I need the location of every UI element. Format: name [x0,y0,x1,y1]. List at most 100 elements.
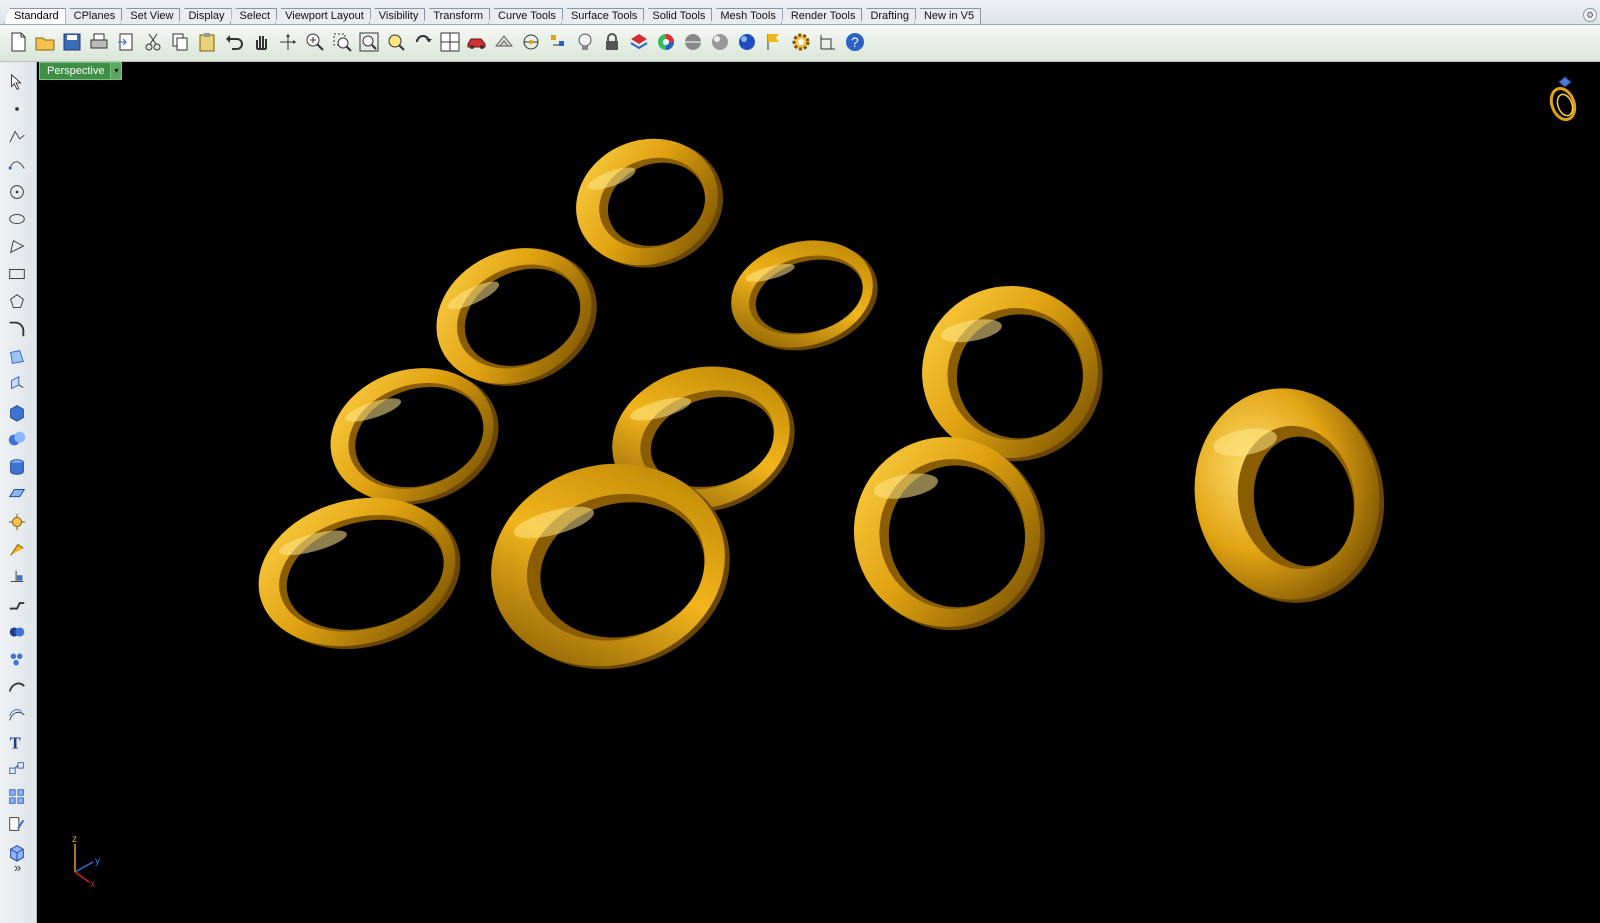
ring-models-scene[interactable] [37,62,1600,923]
ring-logo-icon [1549,76,1577,121]
x-axis-line [74,871,90,883]
tab-solid-tools[interactable]: Solid Tools [642,8,713,24]
zoom-window-icon[interactable] [330,28,354,56]
plane-icon[interactable] [6,481,28,509]
tab-cplanes[interactable]: CPlanes [63,8,123,24]
mesh-settings-icon[interactable] [492,28,516,56]
gold-ring-3[interactable] [719,224,890,367]
tab-curve-tools[interactable]: Curve Tools [488,8,563,24]
gold-ring-1[interactable] [558,118,741,289]
group-icon[interactable] [6,756,28,784]
copy-icon[interactable] [168,28,192,56]
color-wheel-icon[interactable] [654,28,678,56]
snap-icon[interactable] [6,536,28,564]
tab-options-gear-icon[interactable]: ⚙ [1583,8,1597,22]
join-icon[interactable] [6,591,28,619]
tab-display[interactable]: Display [178,8,232,24]
flag-tool-icon[interactable] [762,28,786,56]
viewport-title-tab[interactable]: Perspective ▾ [39,62,123,80]
tab-list: Standard CPlanes Set View Display Select View… [4,8,982,24]
text-icon[interactable]: T [6,728,28,756]
blue-sphere-icon[interactable] [735,28,759,56]
x-axis-label: x [90,879,95,889]
viewport-title[interactable]: Perspective [40,63,110,79]
solid-box-icon[interactable] [6,398,28,426]
svg-text:?: ? [851,34,859,50]
polygon-icon[interactable] [6,233,28,261]
ellipse-icon[interactable] [6,206,28,234]
move-axes-icon[interactable] [276,28,300,56]
y-axis-label: y [95,856,100,867]
car-render-icon[interactable] [465,28,489,56]
gold-ring-10[interactable] [1178,373,1401,618]
tab-surface-tools[interactable]: Surface Tools [560,8,645,24]
import-icon[interactable] [114,28,138,56]
perspective-viewport[interactable]: Perspective ▾ z y x [37,62,1600,923]
boolean-union-icon[interactable] [6,618,28,646]
offset-curve-icon[interactable] [6,701,28,729]
standard-toolbar: ? [0,25,1600,62]
tab-select[interactable]: Select [229,8,278,24]
array-icon[interactable] [6,783,28,811]
cut-icon[interactable] [141,28,165,56]
extrude-icon[interactable] [6,371,28,399]
polyline-icon[interactable] [6,123,28,151]
cylinder-icon[interactable] [6,453,28,481]
explode-icon[interactable] [6,508,28,536]
save-icon[interactable] [60,28,84,56]
sidebar-icons: T [6,68,28,866]
transform-icon[interactable] [6,563,28,591]
solid-boolean-icon[interactable] [6,426,28,454]
tab-set-view[interactable]: Set View [120,8,181,24]
viewport-menu-arrow-icon[interactable]: ▾ [110,63,122,79]
rectangle-icon[interactable] [6,261,28,289]
curve-point-icon[interactable] [6,151,28,179]
new-file-icon[interactable] [6,28,30,56]
open-folder-icon[interactable] [33,28,57,56]
world-axes-icon: z y x [72,834,100,889]
properties-icon[interactable] [6,811,28,839]
pan-hand-icon[interactable] [249,28,273,56]
sidebar-more-button[interactable]: » [14,860,21,875]
zoom-extents-icon[interactable] [357,28,381,56]
paste-icon[interactable] [195,28,219,56]
toolbar-tab-strip: Standard CPlanes Set View Display Select View… [0,0,1600,25]
dimension-icon[interactable] [816,28,840,56]
print-icon[interactable] [87,28,111,56]
shade-sphere-icon[interactable] [681,28,705,56]
circle-icon[interactable] [6,178,28,206]
tab-render-tools[interactable]: Render Tools [780,8,863,24]
render-sphere-icon[interactable] [708,28,732,56]
layers-icon[interactable] [627,28,651,56]
y-axis-line [74,861,94,873]
zoom-in-icon[interactable] [303,28,327,56]
fillet-icon[interactable] [6,316,28,344]
gear-settings-icon[interactable] [789,28,813,56]
four-viewports-icon[interactable] [438,28,462,56]
light-bulb-icon[interactable] [573,28,597,56]
tab-visibility[interactable]: Visibility [368,8,426,24]
help-icon[interactable]: ? [843,28,867,56]
tab-viewport-layout[interactable]: Viewport Layout [275,8,371,24]
boolean-split-icon[interactable] [6,646,28,674]
tab-drafting[interactable]: Drafting [860,8,916,24]
points-icon[interactable] [546,28,570,56]
tab-mesh-tools[interactable]: Mesh Tools [710,8,783,24]
rotate-view-icon[interactable] [411,28,435,56]
point-icon[interactable] [6,96,28,124]
zoom-selected-icon[interactable] [384,28,408,56]
curve-icon[interactable] [6,673,28,701]
toolbar-icons: ? [6,28,867,56]
tab-transform[interactable]: Transform [423,8,491,24]
osnap-icon[interactable] [519,28,543,56]
tab-new-in-v5[interactable]: New in V5 [913,8,982,24]
tab-standard[interactable]: Standard [4,8,66,24]
select-arrow-icon[interactable] [6,68,28,96]
surface-from-points-icon[interactable] [6,343,28,371]
polygon-star-icon[interactable] [6,288,28,316]
lock-icon[interactable] [600,28,624,56]
left-sidebar-toolbar: T » [0,62,37,923]
undo-icon[interactable] [222,28,246,56]
svg-text:T: T [10,733,21,752]
gold-ring-7[interactable] [242,476,477,672]
